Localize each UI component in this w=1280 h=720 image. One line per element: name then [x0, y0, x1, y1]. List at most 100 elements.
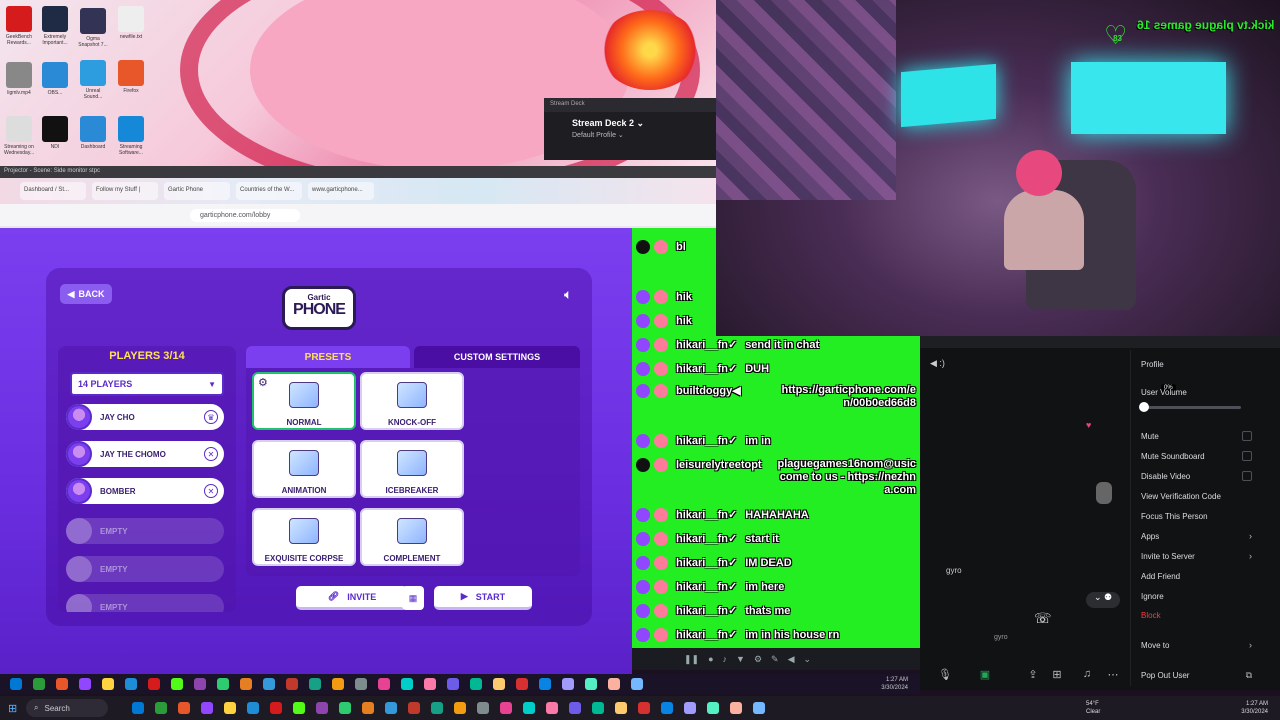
browser-tab[interactable]: Follow my Stuff | — [92, 182, 158, 200]
kick-icon[interactable]: ✕ — [204, 447, 218, 461]
back-button[interactable]: ◀ BACK — [60, 284, 112, 304]
phone-icon[interactable]: ☏ — [1034, 610, 1054, 630]
taskbar-app-icon[interactable] — [224, 702, 236, 714]
taskbar-app-icon[interactable] — [516, 678, 528, 690]
crown-icon[interactable]: ♛ — [204, 410, 218, 424]
invite-button[interactable]: 🔗︎ INVITE — [296, 586, 408, 610]
collapse-icon[interactable]: ⌄ — [804, 654, 812, 665]
desktop-icon[interactable]: NDI — [40, 116, 70, 150]
taskbar-app-icon[interactable] — [477, 702, 489, 714]
taskbar-app-icon[interactable] — [148, 678, 160, 690]
desktop-icon[interactable]: GeekBench Rewards... — [4, 6, 34, 46]
taskbar-app-icon[interactable] — [539, 678, 551, 690]
menu-item[interactable]: Ignore — [1141, 592, 1164, 601]
taskbar-app-icon[interactable] — [569, 702, 581, 714]
microphone-icon[interactable]: 🎙︎ — [936, 668, 954, 684]
desktop-icon[interactable]: OBS... — [40, 62, 70, 96]
circle-icon[interactable]: ● — [708, 654, 713, 664]
slider-handle[interactable] — [1139, 402, 1149, 412]
qr-code-button[interactable]: ▦ — [402, 586, 424, 610]
browser-tab[interactable]: www.garticphone... — [308, 182, 374, 200]
taskbar-app-icon[interactable] — [132, 702, 144, 714]
checkbox[interactable] — [1242, 471, 1252, 481]
desktop-icon[interactable]: Dashboard — [78, 116, 108, 150]
desktop-icon[interactable]: Unreal Sound... — [78, 60, 108, 100]
filter-icon[interactable]: ▼ — [736, 654, 745, 664]
taskbar-app-icon[interactable] — [707, 702, 719, 714]
taskbar-app-icon[interactable] — [270, 702, 282, 714]
taskbar-app-icon[interactable] — [286, 678, 298, 690]
menu-item[interactable]: Mute — [1141, 432, 1159, 441]
tab-presets[interactable]: PRESETS — [246, 346, 410, 368]
start-button[interactable]: ▶ START — [434, 586, 532, 610]
taskbar-app-icon[interactable] — [362, 702, 374, 714]
menu-item[interactable]: Profile — [1141, 360, 1164, 369]
taskbar-app-icon[interactable] — [493, 678, 505, 690]
taskbar-app-icon[interactable] — [523, 702, 535, 714]
taskbar-app-icon[interactable] — [332, 678, 344, 690]
taskbar-app-icon[interactable] — [408, 702, 420, 714]
browser-tab[interactable]: Dashboard / St... — [20, 182, 86, 200]
browser-tab[interactable]: Gartic Phone — [164, 182, 230, 200]
system-clock[interactable]: 1:27 AM 3/30/2024 — [1241, 700, 1268, 716]
taskbar-app-icon[interactable] — [79, 678, 91, 690]
taskbar-app-icon[interactable] — [454, 702, 466, 714]
stream-deck-profile[interactable]: Default Profile ⌄ — [544, 129, 716, 139]
settings-icon[interactable]: ✎ — [771, 654, 779, 665]
taskbar-app-icon[interactable] — [102, 678, 114, 690]
checkbox[interactable] — [1242, 431, 1252, 441]
bell-icon[interactable]: ♪ — [723, 654, 728, 664]
taskbar-app-icon[interactable] — [309, 678, 321, 690]
weather-widget[interactable]: 54°F Clear — [1086, 700, 1100, 716]
checkbox[interactable] — [1242, 451, 1252, 461]
taskbar-app-icon[interactable] — [661, 702, 673, 714]
desktop-icon[interactable]: newfile.txt — [116, 6, 146, 40]
tab-custom-settings[interactable]: CUSTOM SETTINGS — [414, 346, 580, 368]
taskbar-app-icon[interactable] — [33, 678, 45, 690]
start-menu-icon[interactable]: ⊞ — [8, 702, 17, 715]
taskbar-app-icon[interactable] — [171, 678, 183, 690]
stream-deck-device[interactable]: Stream Deck 2 ⌄ — [544, 112, 716, 129]
taskbar-app-icon[interactable] — [546, 702, 558, 714]
chevron-down-icon[interactable]: ⌄ ⚉ — [1086, 592, 1120, 608]
menu-item[interactable]: Add Friend — [1141, 572, 1180, 581]
desktop-icon[interactable]: Streaming on Wednesday... — [4, 116, 34, 156]
desktop-icon[interactable]: Firefox — [116, 60, 146, 94]
taskbar-app-icon[interactable] — [585, 678, 597, 690]
taskbar-app-icon[interactable] — [424, 678, 436, 690]
taskbar-app-icon[interactable] — [10, 678, 22, 690]
taskbar-app-icon[interactable] — [355, 678, 367, 690]
taskbar-app-icon[interactable] — [339, 702, 351, 714]
taskbar-app-icon[interactable] — [178, 702, 190, 714]
preset-card[interactable]: EXQUISITE CORPSE — [252, 508, 356, 566]
menu-item[interactable]: Focus This Person — [1141, 512, 1208, 521]
taskbar-app-icon[interactable] — [217, 678, 229, 690]
taskbar-app-icon[interactable] — [263, 678, 275, 690]
taskbar-app-icon[interactable] — [615, 702, 627, 714]
taskbar-app-icon[interactable] — [247, 702, 259, 714]
taskbar-app-icon[interactable] — [401, 678, 413, 690]
taskbar-app-icon[interactable] — [201, 702, 213, 714]
volume-icon[interactable]: ◀ — [788, 654, 795, 665]
taskbar-app-icon[interactable] — [431, 702, 443, 714]
more-icon[interactable]: ⋯ — [1104, 668, 1122, 684]
url-field[interactable]: garticphone.com/lobby — [190, 208, 300, 222]
taskbar-app-icon[interactable] — [562, 678, 574, 690]
soundboard-icon[interactable]: ♫ — [1078, 668, 1096, 684]
preset-card[interactable]: COMPLEMENT — [360, 508, 464, 566]
taskbar-search[interactable]: ⌕ Search — [26, 699, 108, 717]
taskbar-app-icon[interactable] — [631, 678, 643, 690]
menu-item[interactable]: User Volume — [1141, 388, 1187, 397]
taskbar-app-icon[interactable] — [684, 702, 696, 714]
taskbar-app-icon[interactable] — [194, 678, 206, 690]
gear-icon[interactable]: ⚙ — [258, 376, 268, 389]
taskbar-app-icon[interactable] — [470, 678, 482, 690]
menu-item[interactable]: View Verification Code — [1141, 492, 1221, 501]
menu-item[interactable]: Move to — [1141, 641, 1169, 650]
desktop-icon[interactable]: Ogma Snapshot 7... — [78, 8, 108, 48]
user-volume-slider[interactable] — [1139, 402, 1241, 412]
taskbar-app-icon[interactable] — [638, 702, 650, 714]
taskbar-app-icon[interactable] — [155, 702, 167, 714]
preset-card[interactable]: ANIMATION — [252, 440, 356, 498]
screen-share-icon[interactable]: ⇪ — [1024, 668, 1042, 684]
